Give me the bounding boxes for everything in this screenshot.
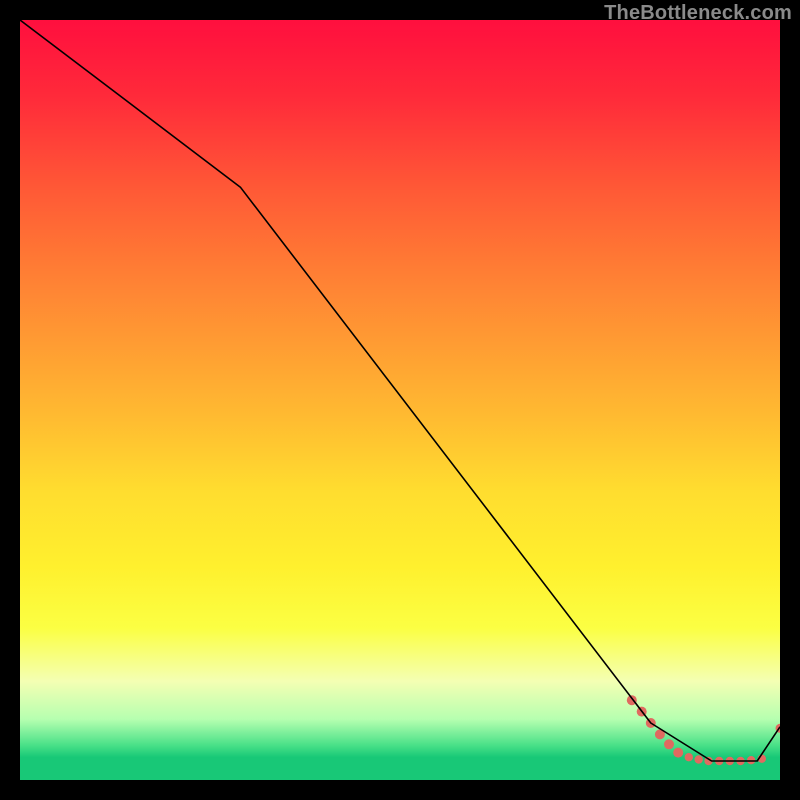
chart-stage: TheBottleneck.com [0, 0, 800, 800]
markers-layer [627, 695, 780, 765]
data-point [673, 748, 683, 758]
main-curve [20, 20, 780, 761]
chart-svg [20, 20, 780, 780]
data-point [685, 753, 693, 761]
plot-area [20, 20, 780, 780]
data-point [695, 755, 703, 763]
data-point [664, 739, 674, 749]
